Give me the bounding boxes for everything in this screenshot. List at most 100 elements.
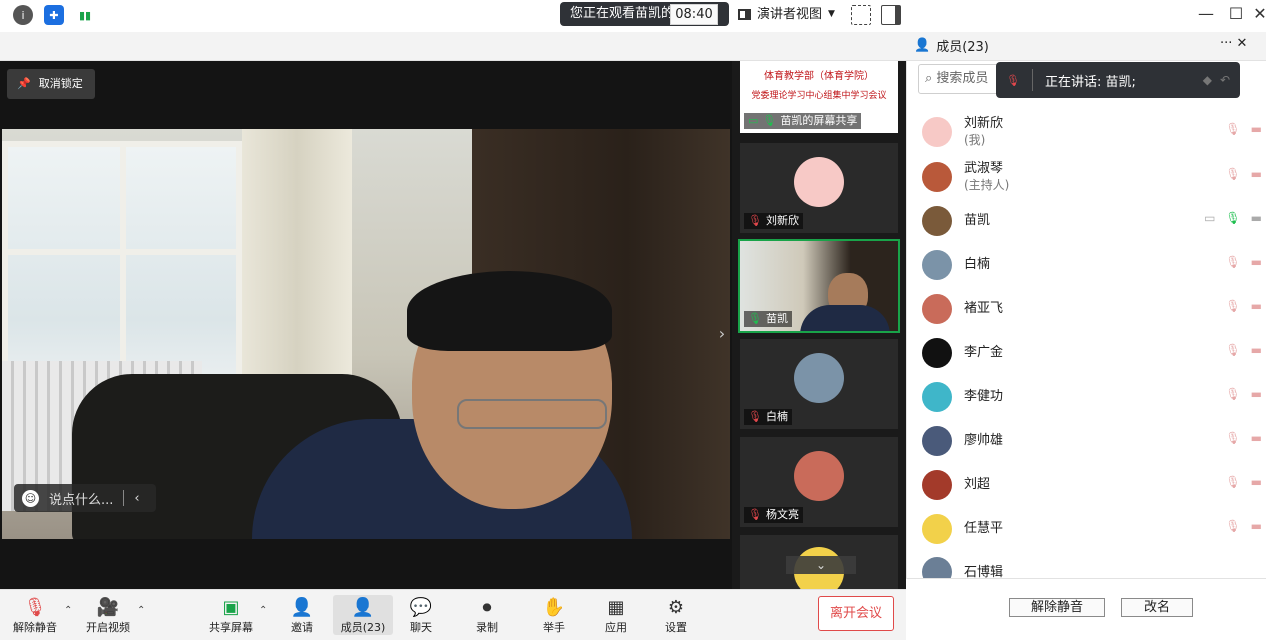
- unmute-all-button[interactable]: 解除静音: [1009, 598, 1105, 617]
- start-video-button[interactable]: 🎥 开启视频: [78, 595, 138, 635]
- mic-muted-icon[interactable]: 🎙: [1225, 475, 1240, 489]
- member-row[interactable]: 任慧平 🎙 ▬: [916, 507, 1266, 551]
- divider: [1031, 69, 1033, 91]
- tile-name-label: 🎙 白楠: [744, 409, 792, 425]
- pin-icon: 📌: [17, 77, 31, 90]
- view-label: 演讲者视图: [757, 7, 823, 22]
- chevron-up-icon[interactable]: ⌃: [259, 605, 267, 616]
- member-name: 石博辑: [964, 565, 1004, 578]
- participant-tile[interactable]: 🎙 刘新欣: [740, 143, 898, 233]
- camera-off-icon[interactable]: ▬: [1251, 167, 1262, 181]
- user-icon: 👤: [914, 38, 931, 53]
- member-name: 白楠: [964, 257, 991, 272]
- member-row[interactable]: 苗凯 ▭ 🎙 ▬: [916, 199, 1266, 243]
- maximize-button[interactable]: ☐: [1223, 4, 1249, 23]
- mic-muted-icon: 🎙: [23, 597, 47, 618]
- mic-muted-icon[interactable]: 🎙: [1225, 255, 1240, 269]
- avatar: [922, 162, 952, 192]
- member-row[interactable]: 石博辑: [916, 551, 1266, 578]
- chevron-down-icon[interactable]: ⌄: [786, 556, 856, 574]
- camera-off-icon[interactable]: ▬: [1251, 122, 1262, 136]
- chevron-up-icon[interactable]: ⌃: [64, 605, 72, 616]
- undo-icon[interactable]: ↶: [1220, 73, 1230, 87]
- mic-muted-icon[interactable]: 🎙: [1225, 167, 1240, 181]
- member-row[interactable]: 白楠 🎙 ▬: [916, 243, 1266, 287]
- chat-button[interactable]: 💬 聊天: [391, 595, 451, 635]
- screen-share-tile[interactable]: 体育教学部（体育学院） 党委理论学习中心组集中学习会议 ▭ 🎙 苗凯的屏幕共享: [740, 61, 898, 133]
- mic-muted-icon[interactable]: 🎙: [1225, 387, 1240, 401]
- mic-icon: ◆: [1202, 73, 1212, 87]
- member-row[interactable]: 刘超 🎙 ▬: [916, 463, 1266, 507]
- emoji-icon[interactable]: ☺: [22, 489, 39, 507]
- member-name: 廖帅雄: [964, 433, 1004, 448]
- camera-off-icon[interactable]: ▬: [1251, 343, 1262, 357]
- camera-off-icon[interactable]: ▬: [1251, 387, 1262, 401]
- member-row[interactable]: 刘新欣 (我) 🎙 ▬: [916, 110, 1266, 154]
- share-screen-button[interactable]: ▣ 共享屏幕: [201, 595, 261, 635]
- avatar: [794, 451, 844, 501]
- rename-button[interactable]: 改名: [1121, 598, 1193, 617]
- raise-hand-button[interactable]: ✋ 举手: [524, 595, 584, 635]
- member-name: 苗凯: [964, 213, 991, 228]
- tile-name-label: 🎙 杨文亮: [744, 507, 803, 523]
- camera-off-icon[interactable]: ▬: [1251, 255, 1262, 269]
- speaker-view-dropdown[interactable]: 演讲者视图 ▼: [732, 4, 841, 25]
- mic-muted-icon[interactable]: 🎙: [1225, 343, 1240, 357]
- sidebar-toggle-icon[interactable]: [881, 5, 901, 25]
- member-row[interactable]: 廖帅雄 🎙 ▬: [916, 419, 1266, 463]
- invite-button[interactable]: 👤 邀请: [272, 595, 332, 635]
- mic-muted-icon: 🎙: [748, 508, 762, 521]
- members-button[interactable]: 👤 成员(23): [333, 595, 393, 635]
- info-icon[interactable]: i: [13, 5, 33, 25]
- settings-button[interactable]: ⚙ 设置: [646, 595, 706, 635]
- record-button[interactable]: ⏺ 录制: [457, 595, 517, 635]
- member-name: 武淑琴: [964, 161, 1004, 176]
- mic-muted-icon[interactable]: 🎙: [1225, 122, 1240, 136]
- shield-icon[interactable]: ✚: [44, 5, 64, 25]
- member-name: 李广金: [964, 345, 1004, 360]
- speaker-hair: [407, 271, 612, 351]
- member-row[interactable]: 褚亚飞 🎙 ▬: [916, 287, 1266, 331]
- unmute-button[interactable]: 🎙 解除静音: [5, 595, 65, 635]
- mic-muted-icon[interactable]: 🎙: [1225, 299, 1240, 313]
- participant-tile[interactable]: 🎙 杨文亮: [740, 437, 898, 527]
- more-icon[interactable]: ··· ✕: [1220, 36, 1247, 51]
- leave-meeting-button[interactable]: 离开会议: [818, 596, 894, 631]
- apps-button[interactable]: ▦ 应用: [586, 595, 646, 635]
- fullscreen-icon[interactable]: [851, 5, 871, 25]
- mic-on-icon: 🎙: [748, 312, 762, 325]
- member-row[interactable]: 李广金 🎙 ▬: [916, 331, 1266, 375]
- signal-icon[interactable]: ▮▮: [75, 5, 95, 25]
- camera-icon[interactable]: ▬: [1251, 211, 1262, 225]
- mic-on-icon[interactable]: 🎙: [1225, 211, 1240, 225]
- member-row[interactable]: 李健功 🎙 ▬: [916, 375, 1266, 419]
- participant-tile[interactable]: 🎙 白楠: [740, 339, 898, 429]
- member-name: 褚亚飞: [964, 301, 1004, 316]
- camera-off-icon[interactable]: ▬: [1251, 519, 1262, 533]
- mic-on-icon: 🎙: [762, 114, 777, 127]
- avatar: [922, 250, 952, 280]
- camera-off-icon[interactable]: ▬: [1251, 475, 1262, 489]
- minimize-button[interactable]: —: [1193, 4, 1219, 23]
- camera-off-icon[interactable]: ▬: [1251, 299, 1262, 313]
- search-icon: ⌕: [925, 71, 937, 86]
- mic-muted-icon[interactable]: 🎙: [1225, 519, 1240, 533]
- record-icon: ⏺: [482, 597, 492, 618]
- member-search-input[interactable]: ⌕ 搜索成员: [918, 64, 1004, 94]
- unlock-button[interactable]: 📌 取消锁定: [7, 69, 95, 99]
- meeting-toolbar: [0, 32, 906, 61]
- participant-tile[interactable]: 🎙 苗凯: [738, 239, 900, 333]
- close-button[interactable]: ✕: [1247, 4, 1266, 23]
- member-name: 李健功: [964, 389, 1004, 404]
- chat-placeholder[interactable]: 说点什么...: [49, 489, 113, 508]
- chevron-right-icon[interactable]: ›: [713, 314, 731, 354]
- screen-share-icon[interactable]: ▭: [1204, 211, 1215, 225]
- camera-off-icon[interactable]: ▬: [1251, 431, 1262, 445]
- member-row[interactable]: 武淑琴 (主持人) 🎙 ▬: [916, 155, 1266, 199]
- chevron-left-icon[interactable]: ‹: [134, 491, 139, 506]
- quick-chat-bar[interactable]: ☺ 说点什么... ‹: [14, 484, 156, 512]
- chevron-up-icon[interactable]: ⌃: [137, 605, 145, 616]
- members-icon: 👤: [351, 597, 375, 618]
- speaking-indicator: 🎙 正在讲话: 苗凯; ◆ ↶: [996, 62, 1240, 98]
- mic-muted-icon[interactable]: 🎙: [1225, 431, 1240, 445]
